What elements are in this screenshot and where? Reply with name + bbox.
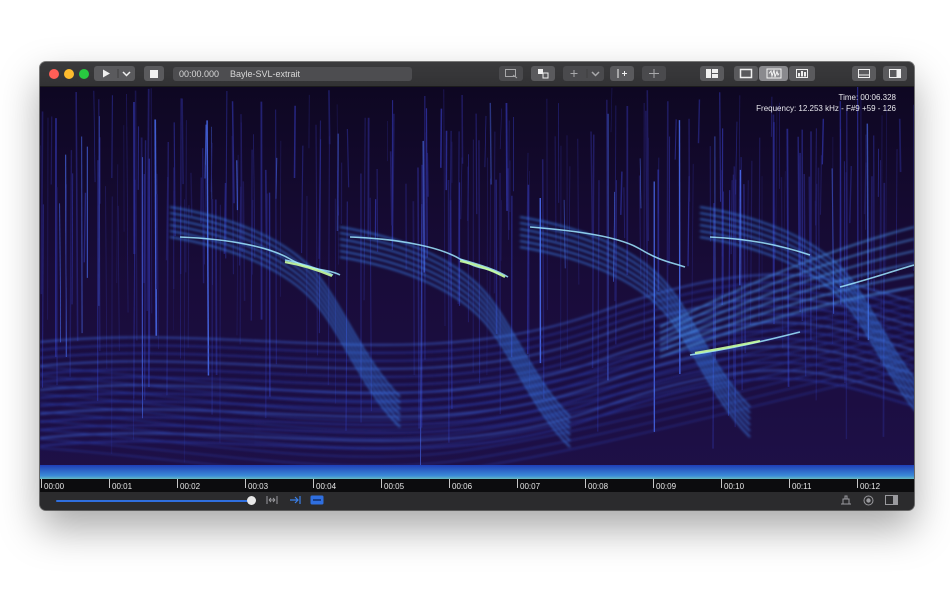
add-marker-icon (570, 69, 600, 78)
tick-mark (177, 479, 178, 488)
tick-label: 00:07 (520, 482, 541, 491)
tick-label: 00:12 (860, 482, 881, 491)
waveform-icon (766, 68, 781, 79)
pick-tool-icon (538, 69, 549, 79)
cursor-readout: Time: 00:06.328 Frequency: 12.253 kHz - … (756, 92, 896, 114)
play-menu-button[interactable] (94, 66, 135, 81)
tick-label: 00:02 (180, 482, 201, 491)
tick-label: 00:11 (792, 482, 812, 491)
readout-time: Time: 00:06.328 (838, 93, 896, 102)
zoom-to-fit-button[interactable] (266, 495, 278, 505)
tick-label: 00:08 (588, 482, 609, 491)
split-icon (649, 69, 659, 78)
toolbar: 00:00.000 Bayle-SVL-extrait (40, 62, 914, 87)
tick-label: 00:09 (656, 482, 677, 491)
tick-mark (41, 479, 42, 488)
tick-mark (789, 479, 790, 488)
tick-label: 00:10 (724, 482, 745, 491)
bar-analysis-icon (796, 69, 808, 78)
region-select-icon (505, 69, 518, 79)
tick-label: 00:04 (316, 482, 337, 491)
readout-frequency: Frequency: 12.253 kHz - F#9 +59 - 126 (756, 104, 896, 113)
minimize-window-button[interactable] (64, 69, 74, 79)
play-icon (102, 69, 131, 78)
view-analysis-button[interactable] (789, 66, 815, 81)
select-region-button[interactable] (499, 66, 523, 81)
output-settings-button[interactable] (840, 495, 852, 505)
tick-label: 00:05 (384, 482, 405, 491)
file-name: Bayle-SVL-extrait (230, 69, 301, 79)
zoom-window-button[interactable] (79, 69, 89, 79)
playback-slider-track[interactable] (56, 500, 251, 502)
tick-label: 00:03 (248, 482, 269, 491)
time-ruler[interactable]: 00:00 00:01 00:02 00:03 00:04 00:05 00:06 00:07… (40, 479, 914, 492)
toggle-inspector-button[interactable] (883, 66, 907, 81)
tick-mark (721, 479, 722, 488)
panel-icon (885, 495, 898, 505)
tick-mark (109, 479, 110, 488)
time-and-file-field: 00:00.000 Bayle-SVL-extrait (173, 67, 412, 81)
tick-mark (517, 479, 518, 488)
split-layout-icon (706, 69, 718, 78)
tick-mark (313, 479, 314, 488)
follow-playhead-icon (290, 496, 301, 504)
fit-width-icon (266, 496, 278, 504)
toggle-panel-button[interactable] (885, 495, 898, 505)
stop-button[interactable] (144, 66, 164, 81)
record-button[interactable] (863, 495, 874, 506)
view-waveform-button[interactable] (759, 66, 788, 81)
playback-slider-knob[interactable] (247, 496, 256, 505)
add-marker-menu-button[interactable] (563, 66, 604, 81)
insert-cursor-button[interactable] (610, 66, 634, 81)
tick-mark (585, 479, 586, 488)
view-single-button[interactable] (734, 66, 758, 81)
app-window: 00:00.000 Bayle-SVL-extrait Time: 00:06.… (40, 62, 914, 510)
split-button[interactable] (642, 66, 666, 81)
close-window-button[interactable] (49, 69, 59, 79)
loop-region-button[interactable] (310, 495, 324, 505)
stop-icon (150, 69, 158, 78)
single-view-icon (739, 68, 753, 79)
layout-split-button[interactable] (700, 66, 724, 81)
bottom-panel-icon (858, 69, 870, 78)
output-icon (841, 495, 851, 505)
tick-mark (245, 479, 246, 488)
toggle-bottom-panel-button[interactable] (852, 66, 876, 81)
pick-tool-button[interactable] (531, 66, 555, 81)
insert-cursor-icon (617, 69, 627, 78)
current-time: 00:00.000 (179, 69, 220, 79)
follow-playhead-button[interactable] (289, 495, 301, 505)
tick-mark (381, 479, 382, 488)
record-icon (863, 495, 874, 506)
tick-mark (449, 479, 450, 488)
spectrogram[interactable] (40, 87, 914, 483)
tick-mark (857, 479, 858, 488)
tick-mark (653, 479, 654, 488)
tick-label: 00:00 (44, 482, 65, 491)
tick-label: 00:06 (452, 482, 473, 491)
tick-label: 00:01 (112, 482, 133, 491)
sidebar-icon (889, 69, 901, 78)
loop-region-icon (310, 495, 324, 505)
